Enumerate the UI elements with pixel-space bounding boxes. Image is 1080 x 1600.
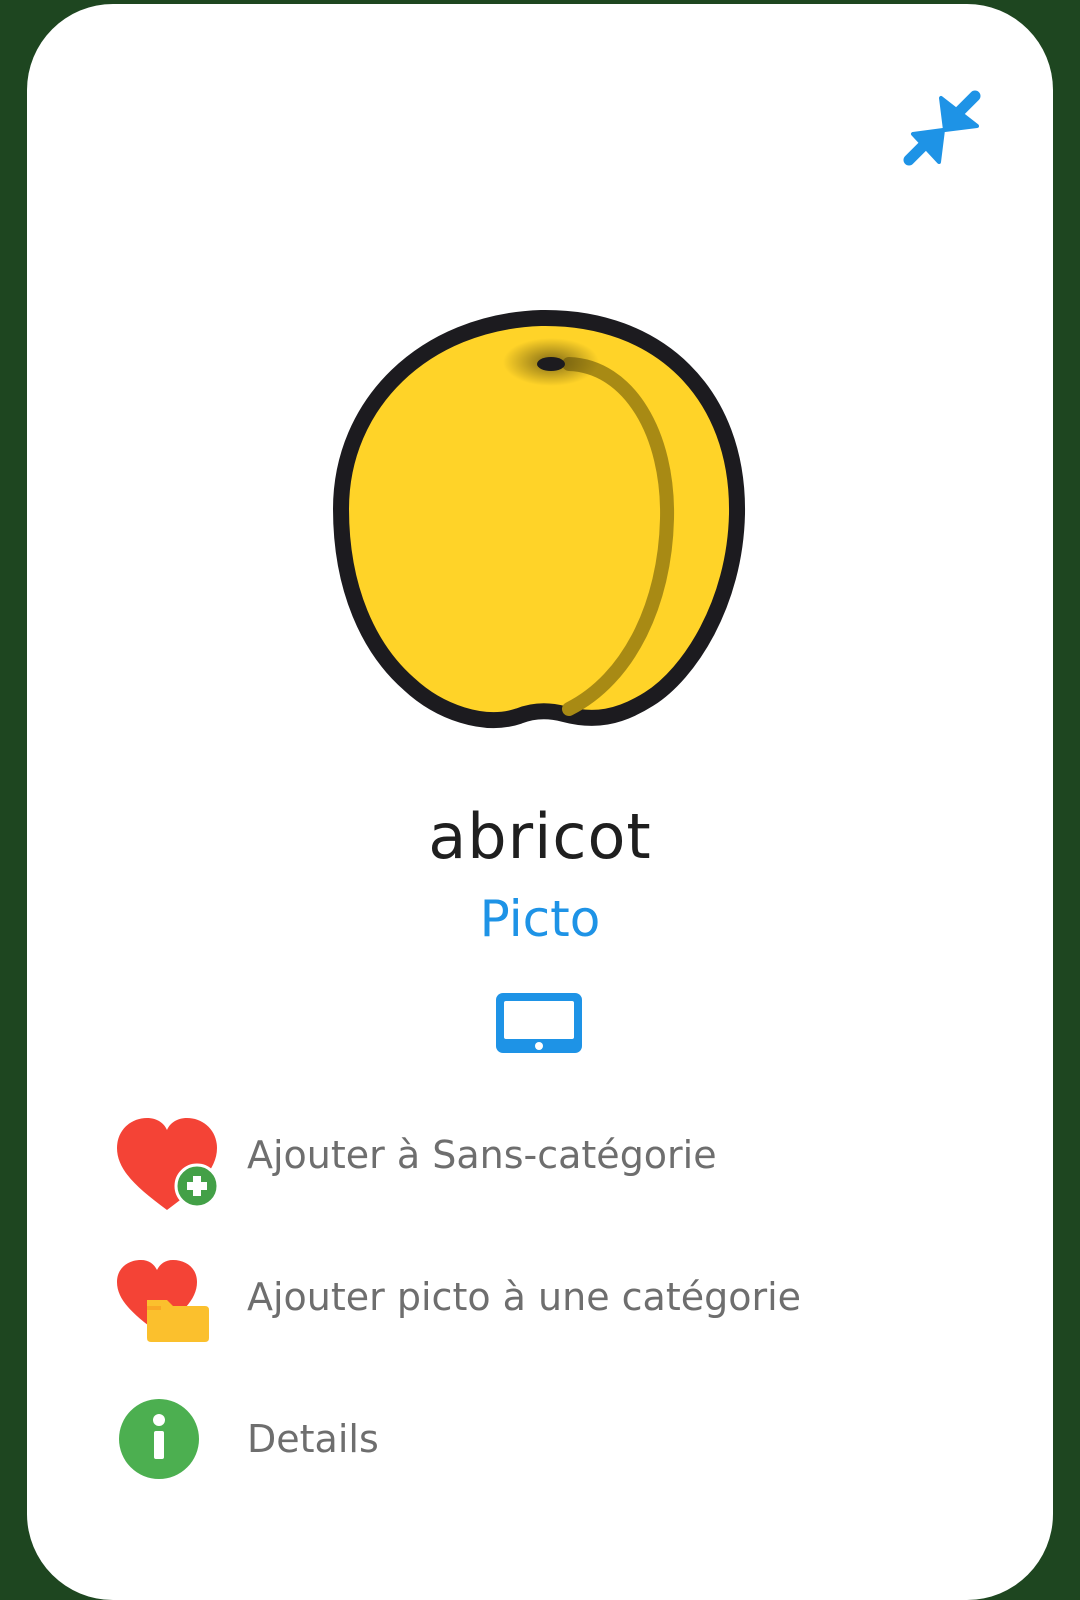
picto-word: abricot (428, 800, 652, 873)
picto-type: Picto (479, 890, 601, 948)
heart-plus-icon (117, 1100, 247, 1210)
collapse-arrows-icon (903, 90, 981, 166)
add-to-uncategorized-button[interactable]: Ajouter à Sans-catégorie (117, 1100, 977, 1210)
heart-folder-icon (117, 1242, 247, 1352)
add-to-category-button[interactable]: Ajouter picto à une catégorie (117, 1242, 977, 1352)
action-label: Ajouter picto à une catégorie (247, 1275, 802, 1319)
picto-detail-modal: abricot Picto Ajouter à Sans-catégorie A… (27, 4, 1053, 1600)
collapse-button[interactable] (887, 84, 987, 184)
info-icon (117, 1384, 247, 1494)
tablet-icon (496, 993, 582, 1053)
action-label: Details (247, 1417, 379, 1461)
action-label: Ajouter à Sans-catégorie (247, 1133, 717, 1177)
details-button[interactable]: Details (117, 1384, 977, 1494)
apricot-image (333, 309, 746, 728)
device-button[interactable] (492, 989, 588, 1059)
picto-image (329, 304, 749, 744)
